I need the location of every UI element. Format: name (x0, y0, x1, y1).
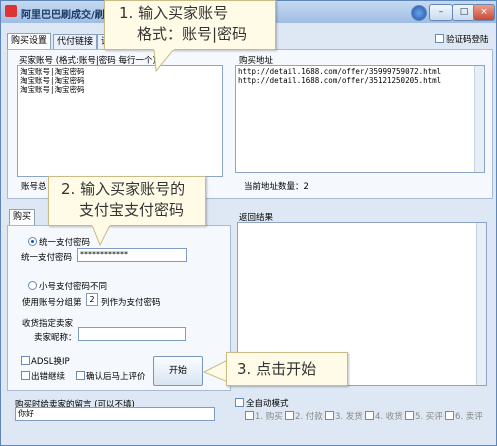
seller-nick-input[interactable] (78, 327, 186, 341)
group-suffix-label: 列作为支付密码 (101, 298, 161, 308)
skin-icon[interactable] (411, 5, 427, 21)
unified-password-input[interactable]: ************ (77, 248, 187, 262)
step-checkbox[interactable] (445, 411, 454, 420)
skip-error-checkbox[interactable] (21, 371, 30, 380)
url-line: http://detail.1688.com/offer/35999759072… (238, 67, 442, 76)
auto-mode-checkbox[interactable] (235, 398, 244, 407)
callout-1-pointer (153, 49, 175, 73)
tab-pay-links[interactable]: 代付链接 (53, 34, 98, 50)
group-column-input[interactable]: 2 (86, 293, 98, 306)
step-checkbox[interactable] (365, 411, 374, 420)
url-count-caption: 当前地址数量： (244, 182, 304, 192)
minimize-button[interactable]: – (429, 4, 453, 21)
close-button[interactable]: × (473, 4, 495, 21)
url-count-value: 2 (303, 182, 309, 192)
seller-section-label: 收货指定卖家 (22, 319, 74, 329)
callout-2: 2. 输入买家账号的 支付宝支付密码 (48, 176, 206, 226)
step-checkbox[interactable] (285, 411, 294, 420)
unified-password-field-label: 统一支付密码 (21, 253, 73, 263)
callout-1-line1: 1. 输入买家账号 (119, 4, 229, 22)
adsl-label: ADSL换IP (31, 357, 70, 367)
auto-mode-label: 全自动模式 (246, 399, 289, 409)
verify-login-label: 验证码登陆 (446, 35, 489, 45)
adsl-checkbox[interactable] (21, 356, 30, 365)
different-password-option: 小号支付密码不同 (39, 282, 108, 292)
confirm-review-label: 确认后马上评价 (86, 372, 146, 382)
skip-error-label: 出错继续 (31, 372, 66, 382)
step-label: 4. 收货 (375, 412, 403, 422)
callout-1: 1. 输入买家账号 格式：账号|密码 (104, 0, 276, 50)
account-count-label: 账号总 (21, 182, 47, 192)
callout-3: 3. 点击开始 (226, 352, 348, 386)
message-input[interactable]: 你好 (15, 407, 215, 421)
verify-login-checkbox[interactable] (435, 34, 444, 43)
step-checkbox[interactable] (245, 411, 254, 420)
app-icon (5, 5, 17, 17)
callout-2-line2: 支付宝支付密码 (79, 201, 185, 219)
step-label: 1. 购买 (255, 412, 283, 422)
url-scrollbar[interactable] (474, 66, 484, 172)
seller-nick-label: 卖家昵称： (34, 333, 77, 343)
callout-1-line2: 格式：账号|密码 (137, 25, 248, 43)
step-checkbox[interactable] (325, 411, 334, 420)
step-label: 2. 付款 (295, 412, 323, 422)
callout-2-line1: 2. 输入买家账号的 (61, 180, 186, 198)
callout-2-pointer (91, 225, 111, 247)
start-button[interactable]: 开始 (153, 356, 203, 386)
account-line: 淘宝账号|淘宝密码 (20, 67, 85, 76)
step-label: 3. 发货 (335, 412, 363, 422)
unified-password-option: 统一支付密码 (39, 238, 91, 248)
buyer-accounts-textarea[interactable]: 淘宝账号|淘宝密码 淘宝账号|淘宝密码 淘宝账号|淘宝密码 (17, 65, 223, 177)
unified-password-radio[interactable] (28, 237, 37, 246)
account-line: 淘宝账号|淘宝密码 (20, 76, 85, 85)
result-scrollbar[interactable] (476, 223, 486, 385)
group-prefix-label: 使用账号分组第 (22, 298, 82, 308)
callout-3-pointer (202, 359, 228, 383)
tab-buy[interactable]: 购买 (9, 209, 36, 226)
account-line: 淘宝账号|淘宝密码 (20, 85, 85, 94)
step-label: 6. 卖评 (455, 412, 483, 422)
step-label: 5. 买评 (415, 412, 443, 422)
tab-purchase-settings[interactable]: 购买设置 (7, 33, 52, 50)
step-checkbox[interactable] (405, 411, 414, 420)
purchase-urls-textarea[interactable]: http://detail.1688.com/offer/35999759072… (235, 65, 485, 173)
url-count-label: 当前地址数量：2 (244, 180, 309, 192)
different-password-radio[interactable] (28, 281, 37, 290)
confirm-review-checkbox[interactable] (76, 371, 85, 380)
url-line: http://detail.1688.com/offer/35121250205… (238, 76, 442, 85)
